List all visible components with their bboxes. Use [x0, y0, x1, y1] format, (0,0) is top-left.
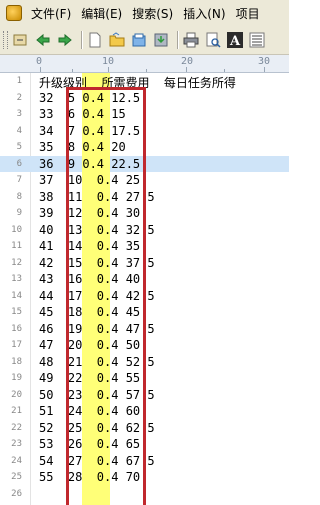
app-icon — [6, 5, 22, 21]
svg-text:A: A — [229, 34, 241, 48]
menu-project[interactable]: 项目 — [231, 5, 265, 22]
ruler-tick — [264, 67, 265, 72]
line-number: 6 — [16, 158, 22, 169]
line-number: 20 — [11, 389, 22, 400]
ruler-label: 20 — [181, 56, 194, 67]
line-number: 22 — [11, 422, 22, 433]
open-file-icon[interactable] — [130, 31, 148, 49]
menu-file[interactable]: 文件(F) — [26, 5, 76, 22]
line-number: 2 — [16, 92, 22, 103]
line-number: 13 — [11, 274, 22, 284]
ruler-tick — [224, 69, 225, 72]
save-icon[interactable] — [152, 31, 170, 49]
ruler-tick — [146, 69, 147, 72]
preview-icon[interactable] — [204, 31, 222, 49]
menu-edit[interactable]: 编辑(E) — [76, 5, 127, 22]
line-number: 12 — [11, 257, 22, 268]
line-number: 24 — [11, 455, 22, 466]
line-number: 1 — [16, 76, 22, 86]
ruler: 0 10 20 30 — [0, 55, 289, 73]
line-number: 19 — [11, 373, 22, 383]
ruler-label: 30 — [258, 56, 271, 67]
toolbar: A — [0, 26, 289, 55]
menu-search[interactable]: 搜索(S) — [127, 5, 178, 22]
line-number: 17 — [11, 340, 22, 350]
line-number: 26 — [11, 488, 22, 499]
line-number: 8 — [16, 191, 22, 202]
ruler-tick — [40, 67, 41, 72]
open-folder-icon[interactable] — [108, 31, 126, 49]
ruler-label: 10 — [102, 56, 115, 67]
forward-arrow-icon[interactable] — [56, 31, 74, 49]
ruler-tick — [186, 67, 187, 72]
line-number: 14 — [11, 290, 22, 301]
line-number: 21 — [11, 406, 22, 416]
font-icon[interactable]: A — [226, 31, 244, 49]
ruler-tick — [108, 67, 109, 72]
print-icon[interactable] — [182, 31, 200, 49]
text-editor[interactable]: 1 升级级别 所需费用 每日任务所得 2 32 5 0.4 12.5 3 33 6 0.4… — [0, 73, 289, 505]
menu-insert[interactable]: 插入(N) — [178, 5, 230, 22]
toolbar-grip[interactable] — [3, 31, 8, 49]
line-number: 3 — [16, 109, 22, 119]
back-arrow-icon[interactable] — [34, 31, 52, 49]
menu-bar: 文件(F) 编辑(E) 搜索(S) 插入(N) 项目 — [0, 0, 289, 27]
line-number: 25 — [11, 472, 22, 482]
annotation-box — [66, 87, 146, 505]
ruler-label: 0 — [36, 56, 43, 67]
undo-icon[interactable] — [12, 31, 30, 49]
line-number: 23 — [11, 439, 22, 449]
new-file-icon[interactable] — [86, 31, 104, 49]
line-number: 10 — [11, 224, 22, 235]
toolbar-separator — [81, 31, 83, 49]
ruler-tick — [72, 69, 73, 72]
line-number: 4 — [16, 125, 22, 136]
line-number: 16 — [11, 323, 22, 334]
line-number: 9 — [16, 208, 22, 218]
line-number: 15 — [11, 307, 22, 317]
list-icon[interactable] — [248, 31, 266, 49]
line-number: 11 — [11, 241, 22, 251]
line-number: 7 — [16, 175, 22, 185]
line-number: 5 — [16, 142, 22, 152]
toolbar-separator — [177, 31, 179, 49]
line-number: 18 — [11, 356, 22, 367]
